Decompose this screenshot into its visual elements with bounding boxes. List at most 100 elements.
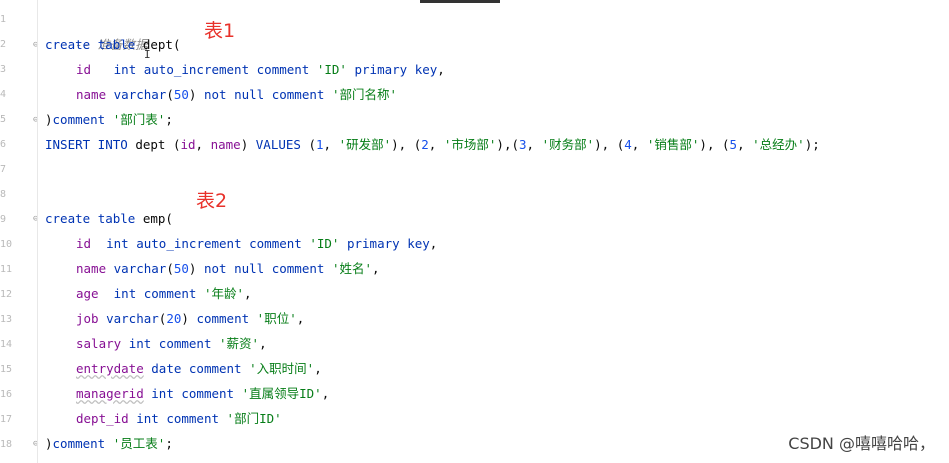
line-number: 6 <box>0 139 7 150</box>
code-token: , <box>372 261 380 276</box>
line-number: 15 <box>0 364 13 375</box>
line-number: 12 <box>0 289 13 300</box>
string-literal: '部门表' <box>112 112 166 127</box>
keyword: comment <box>271 261 325 276</box>
string-literal: '年龄' <box>203 286 245 301</box>
code-token: ) <box>181 311 197 326</box>
number-literal: 1 <box>316 137 324 152</box>
column-name: id <box>180 137 196 152</box>
keyword: int <box>151 386 174 401</box>
code-line: )comment '部门表'; <box>45 107 173 132</box>
line-number: 7 <box>0 164 7 175</box>
code-token: ) <box>188 261 204 276</box>
column-name: id <box>76 62 92 77</box>
code-token: , <box>195 137 211 152</box>
keyword: create <box>45 211 91 226</box>
string-literal: '财务部' <box>541 137 595 152</box>
gutter-separator <box>37 0 38 463</box>
code-token: , <box>323 137 339 152</box>
code-line: salary int comment '薪资', <box>76 331 267 356</box>
code-token: ) <box>45 436 53 451</box>
column-name: job <box>76 311 99 326</box>
code-token: , <box>259 336 267 351</box>
code-token: , <box>296 311 305 326</box>
column-name: dept_id <box>76 411 129 426</box>
keyword: primary key <box>354 62 438 77</box>
string-literal: '部门名称' <box>331 87 398 102</box>
keyword: int <box>136 411 159 426</box>
line-number: 2 <box>0 39 7 50</box>
code-token: ) <box>240 137 256 152</box>
keyword: comment <box>52 112 106 127</box>
keyword: create <box>45 37 91 52</box>
keyword: primary key <box>346 236 430 251</box>
code-token: ; <box>165 436 173 451</box>
code-token: emp( <box>135 211 173 226</box>
code-token: ),( <box>496 137 519 152</box>
string-literal: 'ID' <box>309 236 340 251</box>
keyword: comment <box>196 311 250 326</box>
string-literal: '薪资' <box>219 336 260 351</box>
column-name: age <box>76 286 99 301</box>
code-token: , <box>437 62 445 77</box>
line-number: 4 <box>0 89 7 100</box>
code-token: , <box>428 137 444 152</box>
code-token: , <box>321 386 330 401</box>
keyword: comment <box>249 236 302 251</box>
code-line: )comment '员工表'; <box>45 431 173 456</box>
keyword: not null <box>203 261 265 276</box>
keyword: comment <box>166 411 220 426</box>
number-literal: 50 <box>173 87 189 102</box>
string-literal: 'ID' <box>316 62 347 77</box>
keyword: varchar <box>113 87 167 102</box>
code-line: id int auto_increment comment 'ID' prima… <box>76 57 445 82</box>
keyword: comment <box>256 62 310 77</box>
code-token: ) <box>45 112 53 127</box>
keyword: INSERT INTO <box>45 137 128 152</box>
column-name: entrydate <box>76 361 144 376</box>
keyword: varchar <box>113 261 167 276</box>
code-token: dept( <box>135 37 181 52</box>
line-number: 8 <box>0 189 7 200</box>
column-name: managerid <box>76 386 144 401</box>
keyword: comment <box>271 87 325 102</box>
keyword: int <box>106 236 129 251</box>
keyword: comment <box>143 286 197 301</box>
annotation-table1: 表1 <box>204 20 236 42</box>
code-token: ), ( <box>699 137 730 152</box>
keyword: auto_increment <box>136 236 242 251</box>
keyword: auto_increment <box>143 62 250 77</box>
code-token: ( <box>166 87 174 102</box>
string-literal: '姓名' <box>331 261 373 276</box>
line-number: 5 <box>0 114 7 125</box>
number-literal: 20 <box>166 311 182 326</box>
code-token: , <box>244 286 252 301</box>
column-name: name <box>210 137 241 152</box>
code-line: id int auto_increment comment 'ID' prima… <box>76 231 437 256</box>
keyword: int <box>113 286 137 301</box>
line-number: 18 <box>0 439 13 450</box>
code-line: name varchar(50) not null comment '部门名称' <box>76 82 397 107</box>
code-token: ), ( <box>594 137 625 152</box>
line-number: 14 <box>0 339 13 350</box>
code-token: ), ( <box>391 137 422 152</box>
code-token: , <box>429 236 438 251</box>
code-line: managerid int comment '直属领导ID', <box>76 381 329 406</box>
keyword: comment <box>181 386 235 401</box>
